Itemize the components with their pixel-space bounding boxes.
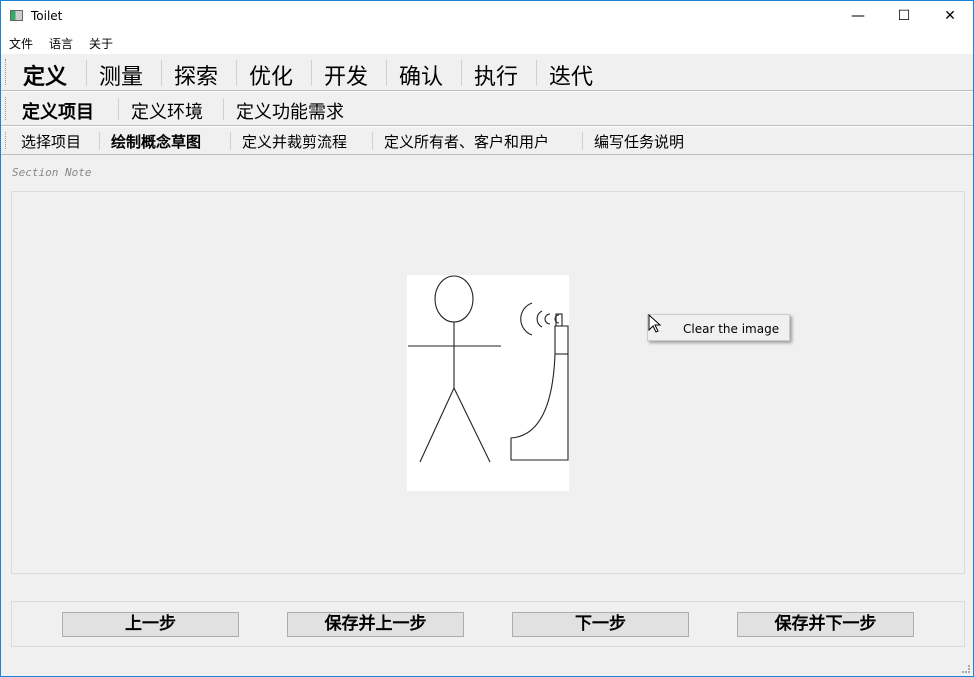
- minimize-button[interactable]: —: [835, 1, 881, 32]
- subphase-toolbar: 定义项目 定义环境 定义功能需求: [1, 91, 973, 126]
- save-previous-button[interactable]: 保存并上一步: [287, 612, 464, 637]
- app-icon: [10, 10, 23, 21]
- next-button[interactable]: 下一步: [512, 612, 689, 637]
- sketch-canvas[interactable]: [407, 275, 569, 491]
- tab-optimize[interactable]: 优化: [249, 59, 293, 91]
- tab-mission-statement[interactable]: 编写任务说明: [594, 131, 684, 152]
- window-title: Toilet: [31, 9, 63, 23]
- tab-define[interactable]: 定义: [23, 59, 67, 91]
- clear-image-menu-item[interactable]: Clear the image: [683, 322, 779, 336]
- tab-execute[interactable]: 执行: [474, 59, 518, 91]
- save-next-button[interactable]: 保存并下一步: [737, 612, 914, 637]
- tab-define-environment[interactable]: 定义环境: [131, 98, 203, 124]
- context-menu: Clear the image: [647, 314, 790, 341]
- toolbar-grip[interactable]: [5, 132, 6, 149]
- tab-select-project[interactable]: 选择项目: [21, 131, 81, 152]
- tab-define-process[interactable]: 定义并裁剪流程: [242, 131, 347, 152]
- menu-bar: 文件 语言 关于: [1, 32, 973, 53]
- close-button[interactable]: ✕: [927, 1, 973, 32]
- tab-measure[interactable]: 测量: [99, 59, 143, 91]
- tab-define-owners[interactable]: 定义所有者、客户和用户: [384, 131, 549, 152]
- tab-confirm[interactable]: 确认: [399, 59, 443, 91]
- phase-toolbar: 定义 测量 探索 优化 开发 确认 执行 迭代: [1, 53, 973, 91]
- mouse-cursor-icon: [648, 314, 662, 333]
- tab-explore[interactable]: 探索: [174, 59, 218, 91]
- tab-define-project[interactable]: 定义项目: [22, 98, 94, 124]
- section-note-label: Section Note: [12, 166, 92, 179]
- sketch-drawing: [408, 275, 569, 463]
- toolbar-grip[interactable]: [5, 97, 6, 120]
- tab-concept-sketch[interactable]: 绘制概念草图: [111, 131, 201, 152]
- menu-about[interactable]: 关于: [89, 35, 113, 52]
- tab-develop[interactable]: 开发: [324, 59, 368, 91]
- title-bar: Toilet — ☐ ✕: [1, 1, 973, 32]
- toolbar-grip[interactable]: [5, 59, 6, 85]
- menu-file[interactable]: 文件: [9, 35, 33, 52]
- maximize-button[interactable]: ☐: [881, 1, 927, 32]
- step-toolbar: 选择项目 绘制概念草图 定义并裁剪流程 定义所有者、客户和用户 编写任务说明: [1, 126, 973, 155]
- resize-grip-icon[interactable]: [962, 665, 970, 673]
- previous-button[interactable]: 上一步: [62, 612, 239, 637]
- tab-define-requirements[interactable]: 定义功能需求: [236, 98, 344, 124]
- tab-iterate[interactable]: 迭代: [549, 59, 593, 91]
- menu-language[interactable]: 语言: [49, 35, 73, 52]
